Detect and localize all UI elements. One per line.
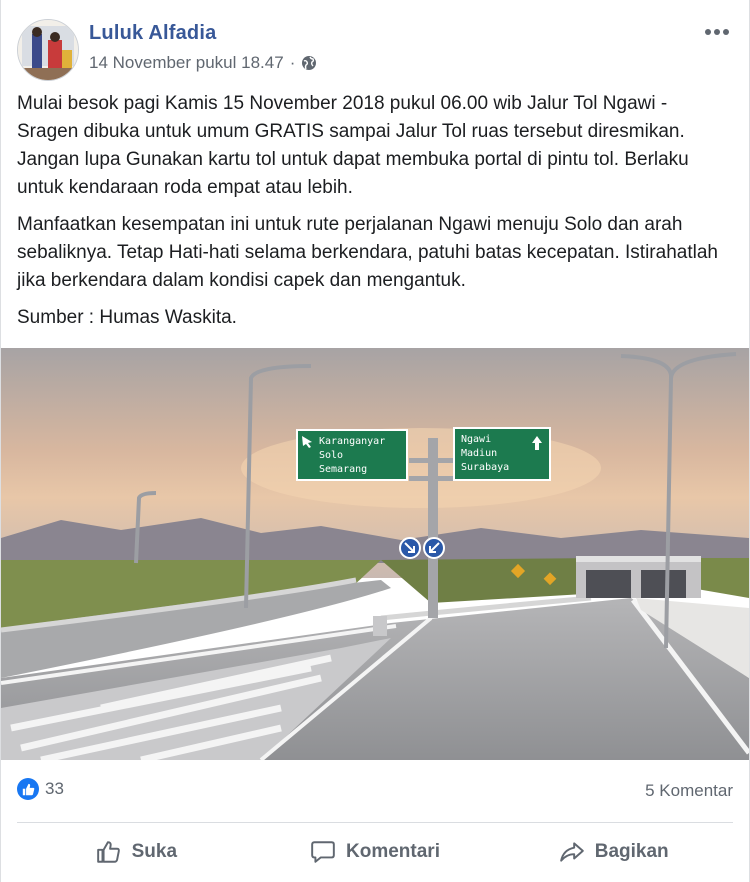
author-name[interactable]: Luluk Alfadia: [89, 22, 216, 45]
sign-right-line-2: Madiun: [461, 448, 497, 459]
post-meta: 14 November pukul 18.47 ·: [89, 53, 317, 73]
sign-right-line-1: Ngawi: [461, 434, 491, 445]
separator: ·: [289, 53, 296, 72]
like-button-label: Suka: [131, 841, 178, 862]
post-photo[interactable]: Karanganyar Solo Semarang Ngawi Madiun S…: [1, 348, 749, 760]
like-button[interactable]: Suka: [17, 828, 256, 876]
post-paragraph: Sumber : Humas Waskita.: [17, 307, 237, 328]
reactions-summary[interactable]: 33: [17, 778, 64, 800]
share-button[interactable]: Bagikan: [494, 828, 733, 876]
globe-icon: [302, 56, 317, 70]
thumbs-up-icon: [96, 841, 120, 863]
post-timestamp[interactable]: 14 November pukul 18.47: [89, 53, 284, 73]
comment-button-label: Komentari: [346, 841, 440, 862]
comment-button[interactable]: Komentari: [256, 828, 495, 876]
comment-count[interactable]: 5 Komentar: [645, 781, 733, 801]
like-count: 33: [45, 779, 64, 798]
action-bar: Suka Komentari Bagikan: [17, 828, 733, 876]
share-button-label: Bagikan: [594, 841, 669, 862]
avatar[interactable]: [17, 19, 79, 81]
post-paragraph: Manfaatkan kesempatan ini untuk rute per…: [17, 214, 718, 291]
sign-right-line-3: Surabaya: [461, 462, 509, 473]
share-icon: [559, 842, 584, 862]
sign-left-line-1: Karanganyar: [319, 436, 385, 447]
post-stats: 33 5 Komentar: [17, 778, 733, 804]
divider: [17, 822, 733, 823]
post-paragraph: Mulai besok pagi Kamis 15 November 2018 …: [17, 93, 689, 198]
sign-left-line-2: Solo: [319, 450, 343, 461]
more-options-icon[interactable]: [705, 22, 735, 42]
sign-left-line-3: Semarang: [319, 464, 367, 475]
post-text: Mulai besok pagi Kamis 15 November 2018 …: [17, 90, 733, 341]
like-reaction-icon: [17, 778, 39, 800]
post-card: Luluk Alfadia 14 November pukul 18.47 · …: [0, 0, 750, 882]
comment-icon: [311, 841, 335, 863]
